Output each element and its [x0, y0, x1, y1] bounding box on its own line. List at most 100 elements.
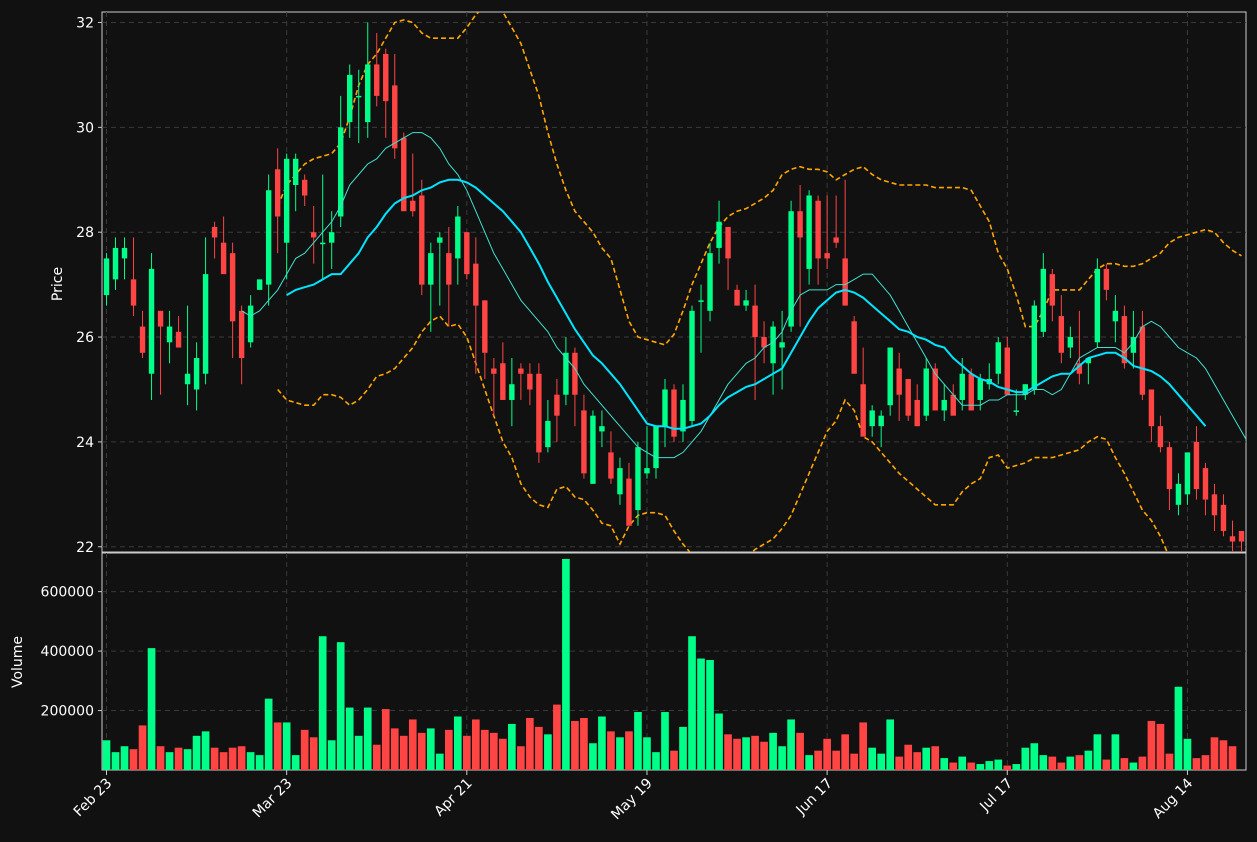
candle-body [887, 347, 893, 406]
candle-body [716, 221, 722, 248]
volume-bar [1138, 756, 1147, 770]
candle-body [392, 85, 398, 149]
volume-bar [742, 737, 750, 770]
stock-chart: 22 24 26 28 30 32 Price 200000 400000 600000 Vo… [10, 11, 1247, 824]
candle-body [238, 310, 245, 359]
price-tick-label: 24 [76, 435, 94, 451]
volume-bar [796, 732, 804, 770]
candle-body [328, 232, 335, 243]
candle-body [842, 258, 848, 306]
candle-body [148, 268, 155, 374]
volume-bar [435, 753, 444, 770]
candle-body [374, 64, 380, 96]
candle-body [202, 274, 209, 374]
volume-bar [769, 732, 777, 770]
volume-bar [318, 636, 327, 770]
volume-bar [814, 750, 822, 770]
volume-bar [679, 726, 687, 770]
volume-bar [147, 648, 156, 770]
candle-body [310, 232, 317, 238]
volume-bar [282, 722, 291, 770]
volume-bar [994, 759, 1003, 770]
volume-axis-label: Volume [10, 636, 26, 688]
volume-bar [1201, 755, 1210, 770]
price-axis-label: Price [50, 267, 66, 301]
candle-body [292, 158, 299, 186]
x-tick-label: Mar 23 [250, 776, 296, 822]
candle-body [157, 310, 164, 327]
candle-body [608, 452, 614, 479]
candle-body [914, 399, 920, 427]
candle-body [1004, 347, 1010, 395]
volume-bar [661, 712, 669, 770]
volume-bar [111, 752, 120, 770]
candle-body [824, 253, 830, 259]
volume-bar [643, 737, 651, 770]
x-tick-label: May 19 [608, 776, 656, 824]
volume-bar [426, 728, 435, 770]
volume-bar [1039, 755, 1048, 770]
volume-bar [481, 729, 489, 770]
volume-bar [787, 719, 795, 770]
candle-body [1175, 483, 1182, 505]
candle-body [193, 358, 200, 390]
volume-bar [210, 747, 219, 770]
volume-bar [1183, 738, 1192, 770]
volume-bar [886, 719, 895, 770]
candle-body [437, 237, 443, 243]
candle-body [806, 195, 812, 269]
volume-bar [1147, 720, 1156, 770]
candle-body [581, 410, 587, 474]
volume-bar [634, 712, 642, 770]
candle-body [1058, 316, 1065, 353]
candle-body [112, 247, 119, 280]
candle-body [860, 384, 866, 437]
candle-body [590, 415, 596, 484]
volume-bar [562, 558, 570, 770]
candle-body [1112, 310, 1119, 322]
candle-body [220, 242, 227, 275]
candle-body [1040, 268, 1047, 332]
volume-bar [904, 744, 913, 770]
x-tick-label: Jul 17 [976, 776, 1016, 816]
candle-body [545, 420, 551, 448]
candle-body [779, 342, 785, 348]
volume-bar [327, 740, 336, 770]
candle-body [1139, 326, 1146, 395]
price-panel: 22 24 26 28 30 32 Price [50, 11, 1247, 556]
candle-body [166, 326, 173, 343]
volume-bar [219, 752, 228, 770]
volume-bar [877, 753, 886, 770]
volume-tick-label: 600000 [41, 585, 94, 601]
volume-bar [1120, 758, 1129, 770]
candle-body [247, 305, 254, 343]
candle-body [428, 253, 434, 285]
volume-panel-frame [101, 552, 1247, 771]
volume-bar [652, 752, 660, 770]
candle-body [599, 426, 605, 432]
volume-bar [462, 735, 471, 770]
candle-body [338, 127, 344, 217]
price-tick-label: 22 [76, 540, 94, 556]
volume-bar [850, 753, 858, 770]
volume-bar [120, 746, 129, 770]
candle-body [977, 378, 983, 400]
volume-bar [508, 723, 516, 770]
volume-bar [841, 734, 849, 770]
candle-body [815, 200, 821, 259]
candle-body [283, 158, 290, 243]
candle-body [950, 394, 956, 416]
volume-bar [417, 732, 426, 770]
price-y-ticks: 22 24 26 28 30 32 [76, 15, 102, 556]
volume-bar [408, 719, 417, 770]
volume-bar [607, 731, 615, 770]
volume-bar [183, 749, 192, 770]
volume-bar [580, 717, 588, 770]
volume-bar [598, 716, 606, 770]
candle-body [536, 373, 542, 453]
candle-body [707, 253, 713, 311]
candle-body [229, 253, 236, 322]
candle-body [752, 305, 758, 338]
volume-bar [733, 738, 741, 770]
candle-body [1103, 268, 1110, 290]
